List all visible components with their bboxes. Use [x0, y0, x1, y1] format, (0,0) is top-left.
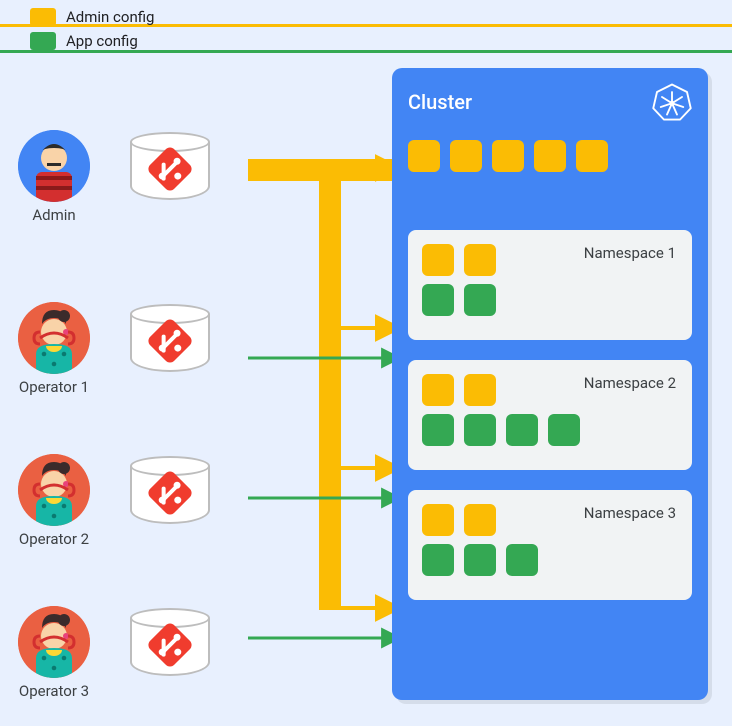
app-config-box — [506, 414, 538, 446]
admin-config-box — [464, 504, 496, 536]
legend-underline-green — [0, 50, 732, 53]
namespace-title: Namespace 1 — [584, 244, 676, 262]
legend-admin-label: Admin config — [66, 8, 154, 26]
admin-config-box — [422, 374, 454, 406]
actor-operator-3: Operator 3 — [18, 606, 318, 700]
operator3-label: Operator 3 — [18, 682, 90, 700]
namespace-card: Namespace 2 — [408, 360, 692, 470]
operator1-repo-icon — [130, 304, 210, 372]
cluster-panel: Cluster Namespace 1Namespace 2Namespace … — [392, 68, 708, 700]
app-config-box — [548, 414, 580, 446]
admin-avatar-icon — [18, 130, 90, 202]
admin-config-box — [576, 140, 608, 172]
admin-label: Admin — [18, 206, 90, 224]
kubernetes-icon — [652, 82, 692, 122]
operator3-repo-icon — [130, 608, 210, 676]
actor-operator-1: Operator 1 — [18, 302, 318, 396]
cluster-admin-config-boxes — [408, 140, 608, 172]
legend-swatch-yellow — [30, 8, 56, 26]
admin-config-box — [422, 504, 454, 536]
admin-config-box — [422, 244, 454, 276]
legend-row-app: App config — [30, 32, 154, 50]
legend: Admin config App config — [30, 8, 154, 50]
legend-swatch-green — [30, 32, 56, 50]
namespace-title: Namespace 2 — [584, 374, 676, 392]
admin-repo-icon — [130, 132, 210, 200]
app-config-box — [422, 414, 454, 446]
admin-config-box — [534, 140, 566, 172]
namespace-title: Namespace 3 — [584, 504, 676, 522]
cluster-title: Cluster — [408, 90, 472, 114]
app-config-box — [464, 284, 496, 316]
admin-config-box — [492, 140, 524, 172]
app-config-box — [506, 544, 538, 576]
actor-operator-2: Operator 2 — [18, 454, 318, 548]
admin-config-box — [450, 140, 482, 172]
app-config-box — [422, 544, 454, 576]
operator2-label: Operator 2 — [18, 530, 90, 548]
operator1-avatar-icon — [18, 302, 90, 374]
legend-row-admin: Admin config — [30, 8, 154, 26]
actors-column: Admin — [18, 130, 318, 700]
admin-config-box — [464, 374, 496, 406]
operator3-avatar-icon — [18, 606, 90, 678]
namespaces-list: Namespace 1 Namespace 2 Namespace 3 — [408, 230, 692, 600]
operator1-label: Operator 1 — [18, 378, 90, 396]
app-config-box — [464, 414, 496, 446]
namespace-card: Namespace 1 — [408, 230, 692, 340]
app-config-box — [464, 544, 496, 576]
namespace-card: Namespace 3 — [408, 490, 692, 600]
actor-admin: Admin — [18, 130, 318, 224]
admin-config-box — [464, 244, 496, 276]
app-config-box — [422, 284, 454, 316]
legend-app-label: App config — [66, 32, 138, 50]
operator2-avatar-icon — [18, 454, 90, 526]
admin-config-box — [408, 140, 440, 172]
operator2-repo-icon — [130, 456, 210, 524]
